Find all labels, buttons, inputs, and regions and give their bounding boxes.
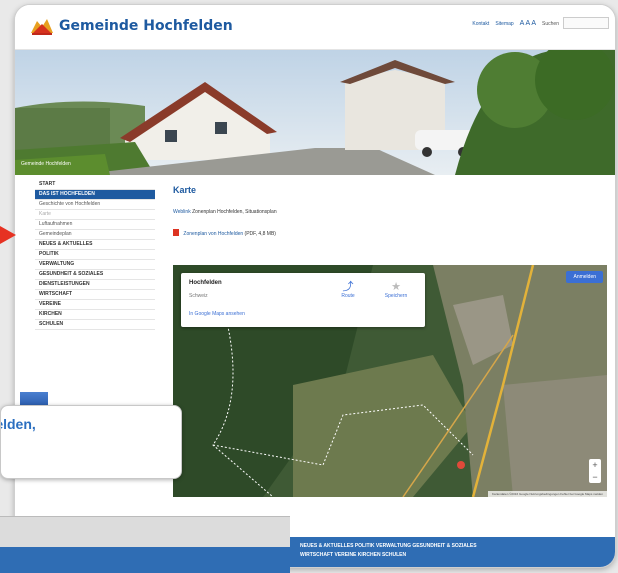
hero-image: Gemeinde Hochfelden bbox=[15, 50, 615, 175]
map-signin-button[interactable]: Anmelden bbox=[566, 271, 603, 283]
nav-item-karte[interactable]: Karte bbox=[35, 210, 155, 220]
municipality-logo-icon[interactable] bbox=[29, 15, 55, 37]
map-attribution[interactable]: Kartendaten ©2016 Google Nutzungsbedingu… bbox=[488, 491, 607, 497]
sitemap-link[interactable]: Sitemap bbox=[495, 21, 513, 27]
map-place-title: Hochfelden bbox=[189, 280, 222, 286]
sidebar-nav: START DAS IST HOCHFELDEN Geschichte von … bbox=[35, 180, 155, 330]
overlapping-window-bar bbox=[0, 547, 290, 573]
nav-item-wirtschaft[interactable]: WIRTSCHAFT bbox=[35, 290, 155, 300]
weblink-link[interactable]: Weblink bbox=[173, 209, 191, 215]
map-info-popup: Hochfelden Schweiz In Google Maps ansehe… bbox=[181, 273, 425, 327]
contact-link[interactable]: Kontakt bbox=[472, 21, 489, 27]
site-header: Gemeinde Hochfelden Kontakt Sitemap A A … bbox=[15, 5, 615, 50]
font-size-switcher[interactable]: A A A bbox=[520, 20, 536, 27]
search-label: Suchen bbox=[542, 20, 559, 27]
route-button[interactable]: ⤴ Route bbox=[331, 281, 365, 299]
zoom-out-button[interactable]: − bbox=[589, 471, 601, 483]
nav-item-verwaltung[interactable]: VERWALTUNG bbox=[35, 260, 155, 270]
map-place-country: Schweiz bbox=[189, 293, 208, 299]
nav-item-start[interactable]: START bbox=[35, 180, 155, 190]
nav-item-neues-aktuelles[interactable]: NEUES & AKTUELLES bbox=[35, 240, 155, 250]
nav-item-das-ist-hochfelden[interactable]: DAS IST HOCHFELDEN bbox=[35, 190, 155, 200]
callout-text: Zonenplan Hochfelden, bbox=[1, 416, 36, 432]
intro-line: Weblink Zonenplan Hochfelden, Situations… bbox=[173, 209, 607, 215]
pdf-icon bbox=[173, 229, 179, 236]
search-input[interactable] bbox=[563, 17, 609, 29]
nav-item-gesundheit[interactable]: GESUNDHEIT & SOZIALES bbox=[35, 270, 155, 280]
nav-item-geschichte[interactable]: Geschichte von Hochfelden bbox=[35, 200, 155, 210]
nav-item-kirchen[interactable]: KIRCHEN bbox=[35, 310, 155, 320]
site-brand[interactable]: Gemeinde Hochfelden bbox=[59, 18, 233, 34]
nav-item-luftaufnahmen[interactable]: Luftaufnahmen bbox=[35, 220, 155, 230]
nav-item-politik[interactable]: POLITIK bbox=[35, 250, 155, 260]
main-content: Karte Weblink Zonenplan Hochfelden, Situ… bbox=[173, 185, 607, 497]
nav-item-gemeindeplan[interactable]: Gemeindeplan bbox=[35, 230, 155, 240]
browser-frame: Gemeinde Hochfelden Kontakt Sitemap A A … bbox=[14, 4, 616, 568]
pdf-link[interactable]: Zonenplan von Hochfelden bbox=[183, 231, 243, 237]
embedded-map[interactable]: Hochfelden Schweiz In Google Maps ansehe… bbox=[173, 265, 607, 497]
footer-nav: NEUES & AKTUELLES POLITIK VERWALTUNG GES… bbox=[300, 542, 580, 560]
zoom-callout: Zonenplan Hochfelden, bbox=[0, 405, 182, 479]
intro-text: Zonenplan Hochfelden, Situationsplan bbox=[192, 209, 277, 215]
open-in-google-maps-link[interactable]: In Google Maps ansehen bbox=[189, 311, 245, 317]
utility-links: Kontakt Sitemap A A A Suchen bbox=[472, 20, 559, 27]
pdf-line: Zonenplan von Hochfelden (PDF, 4,8 MB) bbox=[173, 229, 607, 237]
save-place-button[interactable]: ★ Speichern bbox=[379, 281, 413, 299]
village-photo bbox=[15, 50, 615, 175]
overlapping-window bbox=[0, 516, 290, 573]
nav-item-dienstleistungen[interactable]: DIENSTLEISTUNGEN bbox=[35, 280, 155, 290]
directions-icon: ⤴ bbox=[342, 281, 354, 293]
nav-item-schulen[interactable]: SCHULEN bbox=[35, 320, 155, 330]
zoom-control: + − bbox=[589, 459, 601, 483]
star-icon: ★ bbox=[391, 281, 401, 293]
pointer-arrow-icon bbox=[0, 226, 16, 244]
page-title: Karte bbox=[173, 185, 197, 195]
pdf-meta: (PDF, 4,8 MB) bbox=[244, 231, 276, 237]
footer-line-2[interactable]: WIRTSCHAFT VEREINE KIRCHEN SCHULEN bbox=[300, 551, 580, 560]
hero-caption: Gemeinde Hochfelden bbox=[21, 161, 71, 167]
zoom-in-button[interactable]: + bbox=[589, 459, 601, 471]
footer-line-1[interactable]: NEUES & AKTUELLES POLITIK VERWALTUNG GES… bbox=[300, 542, 580, 551]
nav-item-vereine[interactable]: VEREINE bbox=[35, 300, 155, 310]
